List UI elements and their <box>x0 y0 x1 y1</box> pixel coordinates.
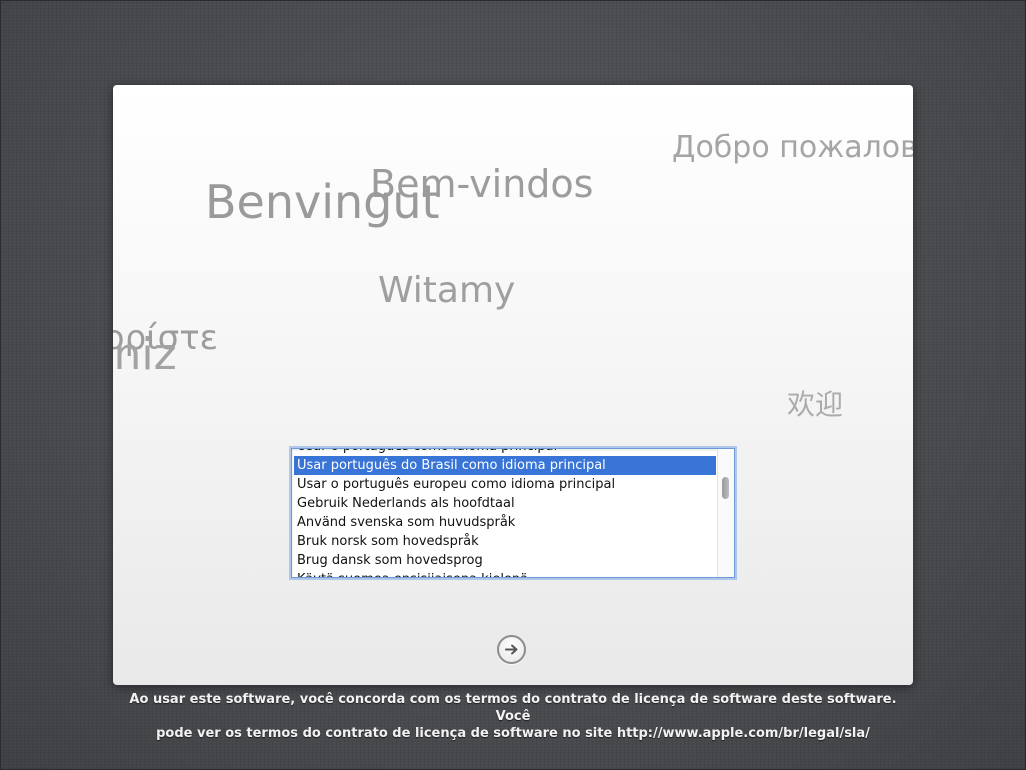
language-list[interactable]: Usar o português como idioma principal U… <box>291 448 735 578</box>
language-option-danish[interactable]: Brug dansk som hovedsprog <box>292 551 716 570</box>
language-option-dutch[interactable]: Gebruik Nederlands als hoofdtaal <box>292 494 716 513</box>
welcome-panel: Добро пожалов Bem-vindos Benvingut Witam… <box>113 85 913 685</box>
list-scrollbar[interactable] <box>717 449 734 577</box>
greeting-chinese: 欢迎 <box>787 388 844 421</box>
license-line-2: pode ver os termos do contrato de licenç… <box>156 726 870 741</box>
greeting-catalan: Benvingut <box>205 175 440 229</box>
language-option-portuguese[interactable]: Usar o português como idioma principal <box>292 449 716 456</box>
license-notice: Ao usar este software, você concorda com… <box>113 691 913 742</box>
greeting-turkish: ş Geldiniz <box>113 329 177 380</box>
language-list-items: Usar o português como idioma principal U… <box>292 449 716 577</box>
license-line-1: Ao usar este software, você concorda com… <box>129 692 897 724</box>
greeting-russian: Добро пожалов <box>672 130 913 165</box>
language-option-swedish[interactable]: Använd svenska som huvudspråk <box>292 513 716 532</box>
language-option-norwegian[interactable]: Bruk norsk som hovedspråk <box>292 532 716 551</box>
continue-button[interactable] <box>497 635 526 664</box>
language-option-brazilian-portuguese[interactable]: Usar português do Brasil como idioma pri… <box>294 456 716 475</box>
language-option-european-portuguese[interactable]: Usar o português europeu como idioma pri… <box>292 475 716 494</box>
list-scrollbar-thumb[interactable] <box>722 477 729 499</box>
setup-screen: { "greetings": { "russian": "Добро пожал… <box>0 0 1026 770</box>
arrow-right-icon <box>505 644 518 655</box>
greeting-polish: Witamy <box>378 270 516 311</box>
language-option-finnish[interactable]: Käytä suomea ensisijaisena kielenä <box>292 570 716 577</box>
